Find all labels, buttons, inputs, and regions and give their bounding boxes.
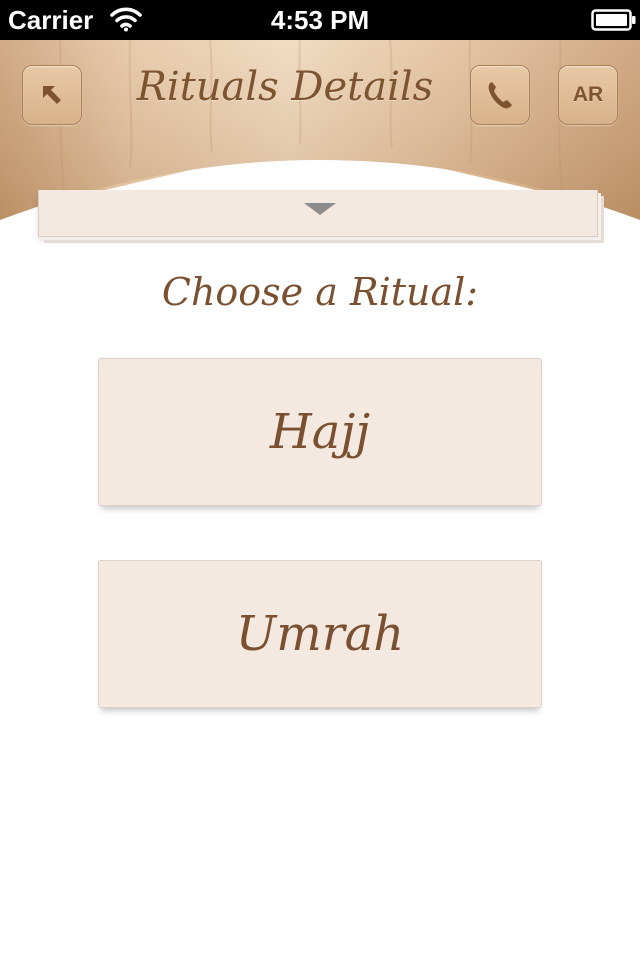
umrah-button-label: Umrah <box>235 606 405 662</box>
status-bar: Carrier 4:53 PM <box>0 0 640 40</box>
status-time: 4:53 PM <box>270 5 370 35</box>
back-button[interactable] <box>22 65 82 125</box>
call-button[interactable] <box>470 65 530 125</box>
hajj-button-label: Hajj <box>269 404 371 460</box>
back-arrow-icon <box>43 86 61 104</box>
choose-ritual-heading: Choose a Ritual: <box>161 270 479 314</box>
hajj-button[interactable]: Hajj <box>98 358 542 506</box>
umrah-button[interactable]: Umrah <box>98 560 542 708</box>
header: Rituals Details AR <box>0 40 640 240</box>
language-toggle-label: AR <box>572 83 604 106</box>
phone-icon <box>488 82 512 109</box>
battery-icon <box>591 9 636 31</box>
page-title: Rituals Details <box>136 64 434 110</box>
language-toggle-button[interactable]: AR <box>558 65 618 125</box>
dropdown-arrow-icon[interactable] <box>304 203 336 215</box>
